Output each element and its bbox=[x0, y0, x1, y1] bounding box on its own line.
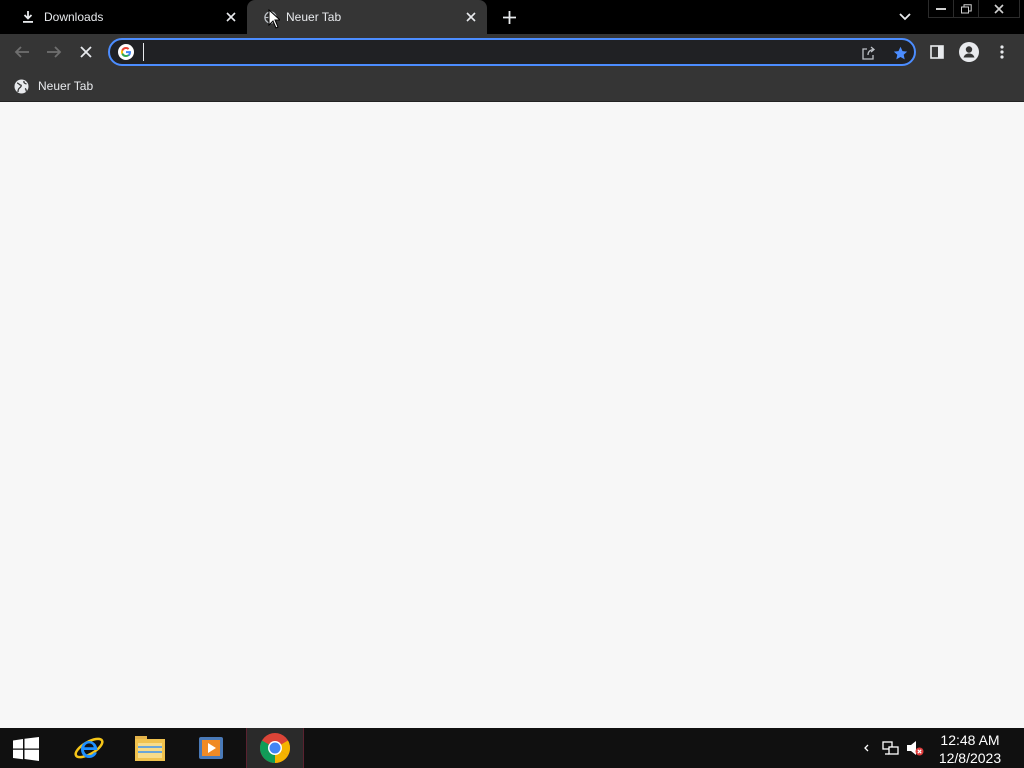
bookmark-label: Neuer Tab bbox=[38, 79, 94, 93]
avatar-icon bbox=[959, 42, 979, 62]
tab-close-icon[interactable] bbox=[223, 9, 239, 25]
volume-muted-icon[interactable] bbox=[906, 739, 924, 757]
chrome-icon[interactable] bbox=[246, 728, 304, 768]
side-panel-button[interactable] bbox=[923, 38, 951, 66]
bookmark-star-icon[interactable] bbox=[890, 43, 910, 63]
back-arrow-icon bbox=[14, 46, 29, 58]
minimize-button[interactable] bbox=[928, 0, 954, 18]
new-tab-button[interactable] bbox=[499, 7, 519, 27]
tab-strip: Downloads Neuer Tab bbox=[0, 0, 1024, 34]
back-button[interactable] bbox=[8, 38, 36, 66]
file-explorer-icon[interactable] bbox=[120, 728, 180, 768]
restore-button[interactable] bbox=[953, 0, 979, 18]
bookmark-item[interactable]: Neuer Tab bbox=[14, 77, 93, 95]
clock-date: 12/8/2023 bbox=[938, 750, 1002, 766]
tab-title: Downloads bbox=[44, 10, 104, 24]
profile-button[interactable] bbox=[955, 38, 983, 66]
download-icon bbox=[20, 9, 36, 25]
page-content bbox=[0, 103, 1024, 728]
tab-search-chevron-icon[interactable] bbox=[895, 8, 915, 26]
menu-button[interactable] bbox=[988, 38, 1016, 66]
text-caret bbox=[143, 43, 144, 61]
tab-downloads[interactable]: Downloads bbox=[0, 0, 247, 34]
share-icon[interactable] bbox=[858, 43, 878, 63]
tab-title: Neuer Tab bbox=[286, 10, 342, 24]
media-player-icon[interactable] bbox=[181, 728, 241, 768]
network-icon[interactable] bbox=[882, 739, 900, 757]
stop-icon bbox=[80, 46, 92, 58]
system-clock[interactable]: 12:48 AM 12/8/2023 bbox=[928, 731, 1012, 767]
address-input[interactable] bbox=[142, 42, 842, 62]
toolbar bbox=[0, 34, 1024, 70]
tray-expand-chevron-icon[interactable] bbox=[860, 741, 872, 755]
side-panel-icon bbox=[930, 45, 944, 59]
globe-icon bbox=[14, 79, 29, 94]
tab-close-icon[interactable] bbox=[463, 9, 479, 25]
google-icon bbox=[118, 44, 134, 60]
taskbar: 12:48 AM 12/8/2023 bbox=[0, 728, 1024, 768]
close-window-button[interactable] bbox=[978, 0, 1020, 18]
clock-time: 12:48 AM bbox=[940, 732, 1000, 748]
forward-arrow-icon bbox=[47, 46, 62, 58]
stop-loading-button[interactable] bbox=[72, 38, 100, 66]
forward-button[interactable] bbox=[40, 38, 68, 66]
windows-start-icon[interactable] bbox=[12, 737, 40, 761]
more-vert-icon bbox=[1000, 45, 1004, 59]
tab-neuer-tab[interactable]: Neuer Tab bbox=[247, 0, 487, 34]
bookmarks-bar: Neuer Tab bbox=[0, 70, 1024, 102]
mouse-cursor-icon bbox=[268, 9, 280, 29]
internet-explorer-icon[interactable] bbox=[59, 728, 119, 768]
address-bar[interactable] bbox=[108, 38, 916, 66]
